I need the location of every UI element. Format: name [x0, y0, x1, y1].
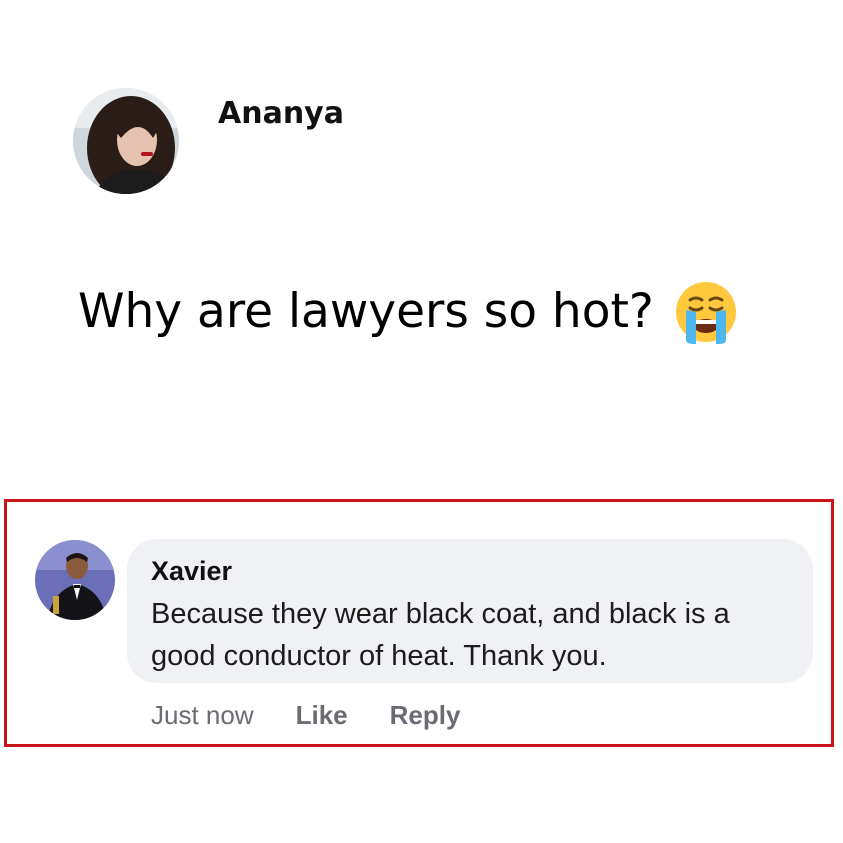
post-content: Why are lawyers so hot?	[78, 278, 740, 346]
post-author-avatar[interactable]	[73, 88, 179, 194]
highlighted-comment: Xavier Because they wear black coat, and…	[4, 499, 834, 747]
comment-author-avatar[interactable]	[35, 540, 115, 620]
reply-button[interactable]: Reply	[390, 698, 461, 732]
comment-text: Because they wear black coat, and black …	[151, 598, 730, 672]
comment-timestamp: Just now	[151, 700, 254, 730]
like-button[interactable]: Like	[296, 698, 348, 732]
crying-face-icon	[672, 278, 740, 346]
comment-actions: Just now Like Reply	[151, 698, 460, 732]
post-text: Why are lawyers so hot?	[78, 284, 654, 339]
post-author-name[interactable]: Ananya	[218, 96, 344, 132]
comment-author-name[interactable]: Xavier	[151, 555, 789, 587]
post-header: Ananya	[73, 88, 344, 194]
comment-bubble: Xavier Because they wear black coat, and…	[127, 539, 813, 683]
